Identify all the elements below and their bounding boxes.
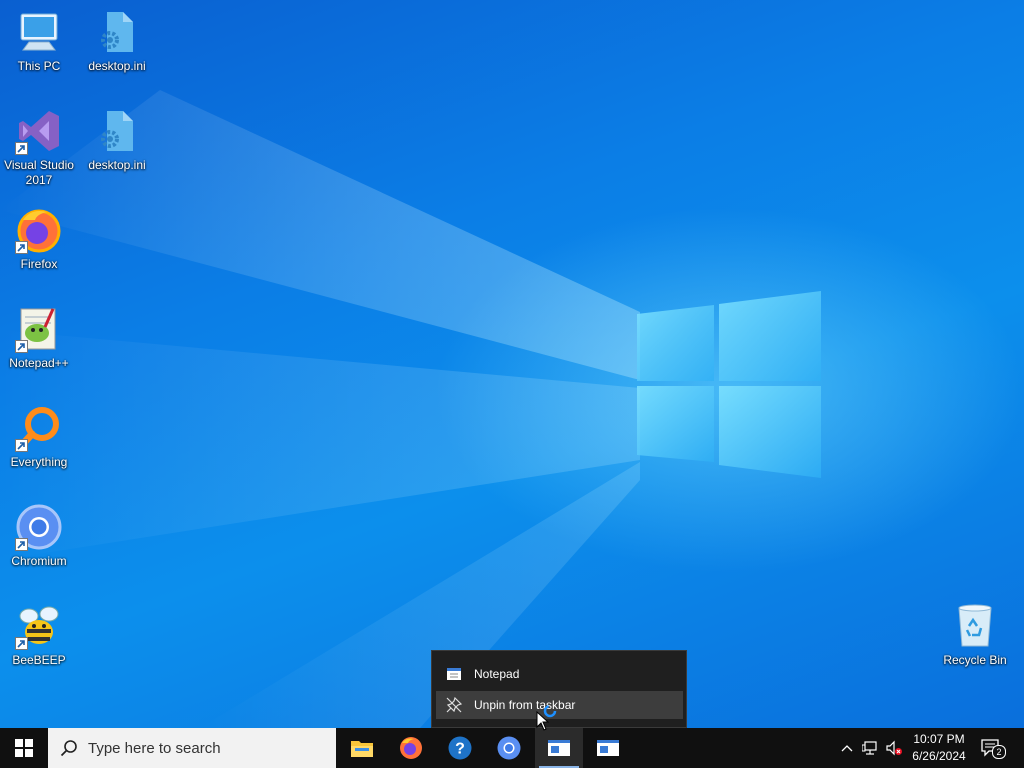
desktop-icon-chromium[interactable]: Chromium	[0, 503, 78, 569]
recycle-bin-icon	[958, 604, 992, 647]
this-pc-icon	[20, 13, 58, 51]
unpin-from-taskbar-button[interactable]: Unpin from taskbar	[436, 691, 683, 719]
notification-count-badge: 2	[992, 745, 1006, 759]
desktop-icon-label: desktop.ini	[88, 158, 146, 172]
desktop-icon-visual-studio[interactable]: Visual Studio 2017	[0, 107, 78, 188]
taskbar: Type here to search ? 10:07 PM 6/26/2024…	[0, 728, 1024, 768]
desktop-icon-label: This PC	[17, 59, 61, 73]
desktop-icon-label: Visual Studio 2017	[4, 158, 74, 187]
desktop-icon-desktop-ini[interactable]: desktop.ini	[78, 8, 156, 74]
desktop-icon-label: Chromium	[11, 554, 67, 568]
desktop-icon-label: Notepad++	[9, 356, 69, 370]
desktop-icon-label: Recycle Bin	[943, 653, 1007, 667]
taskbar-app-notepad[interactable]	[584, 728, 632, 768]
windows-logo-icon	[15, 739, 33, 757]
jumplist-item-label: Unpin from taskbar	[474, 698, 576, 712]
search-icon	[60, 740, 77, 757]
start-button[interactable]	[0, 728, 48, 768]
desktop-background: This PC desktop.ini Visual Studio 2017 d…	[0, 0, 1024, 728]
shortcut-arrow-icon	[15, 241, 28, 254]
volume-muted-icon[interactable]	[886, 740, 902, 756]
desktop-icon-desktop-ini-2[interactable]: desktop.ini	[78, 107, 156, 173]
mouse-pointer-icon	[536, 711, 550, 731]
svg-text:?: ?	[455, 741, 465, 758]
desktop-icon-label: desktop.ini	[88, 59, 146, 73]
desktop-icon-label: Firefox	[20, 257, 58, 271]
help-icon: ?	[448, 736, 472, 760]
clock-date: 6/26/2024	[912, 749, 966, 763]
shortcut-arrow-icon	[15, 637, 28, 650]
shortcut-arrow-icon	[15, 439, 28, 452]
settings-file-icon	[101, 111, 133, 151]
search-placeholder: Type here to search	[88, 739, 221, 757]
taskbar-app-file-explorer[interactable]	[338, 728, 386, 768]
jumplist-item-label: Notepad	[474, 667, 520, 681]
taskbar-search-box[interactable]: Type here to search	[48, 728, 336, 768]
taskbar-app-firefox[interactable]	[387, 728, 435, 768]
desktop-icon-everything[interactable]: Everything	[0, 404, 78, 470]
taskbar-clock[interactable]: 10:07 PM 6/26/2024	[904, 731, 974, 765]
notepad-icon	[548, 740, 570, 756]
shortcut-arrow-icon	[15, 142, 28, 155]
taskbar-app-chromium[interactable]	[485, 728, 533, 768]
notepad-icon	[597, 740, 619, 756]
firefox-icon	[400, 737, 422, 759]
desktop-icon-firefox[interactable]: Firefox	[0, 206, 78, 272]
chromium-icon	[497, 736, 521, 760]
taskbar-app-notepad-active[interactable]	[535, 728, 583, 768]
network-icon[interactable]	[862, 740, 878, 756]
desktop-icon-label: Everything	[10, 455, 68, 469]
action-center-button[interactable]: 2	[980, 738, 1006, 759]
unpin-icon	[446, 697, 462, 713]
desktop-icon-label: BeeBEEP	[12, 653, 66, 667]
shortcut-arrow-icon	[15, 538, 28, 551]
desktop-icon-this-pc[interactable]: This PC	[0, 8, 78, 74]
desktop-icon-recycle-bin[interactable]: Recycle Bin	[936, 602, 1014, 668]
desktop-icon-beebeep[interactable]: BeeBEEP	[0, 602, 78, 668]
show-hidden-icons-chevron-up-icon[interactable]	[839, 740, 855, 756]
taskbar-jump-list: Notepad Unpin from taskbar	[431, 650, 687, 728]
notepad-icon	[447, 668, 461, 680]
desktop-icon-notepad-plus-plus[interactable]: Notepad++	[0, 305, 78, 371]
settings-file-icon	[101, 12, 133, 52]
jumplist-item-notepad[interactable]: Notepad	[436, 660, 683, 688]
shortcut-arrow-icon	[15, 340, 28, 353]
taskbar-app-help[interactable]: ?	[436, 728, 484, 768]
file-explorer-icon	[351, 741, 373, 757]
clock-time: 10:07 PM	[913, 732, 965, 746]
